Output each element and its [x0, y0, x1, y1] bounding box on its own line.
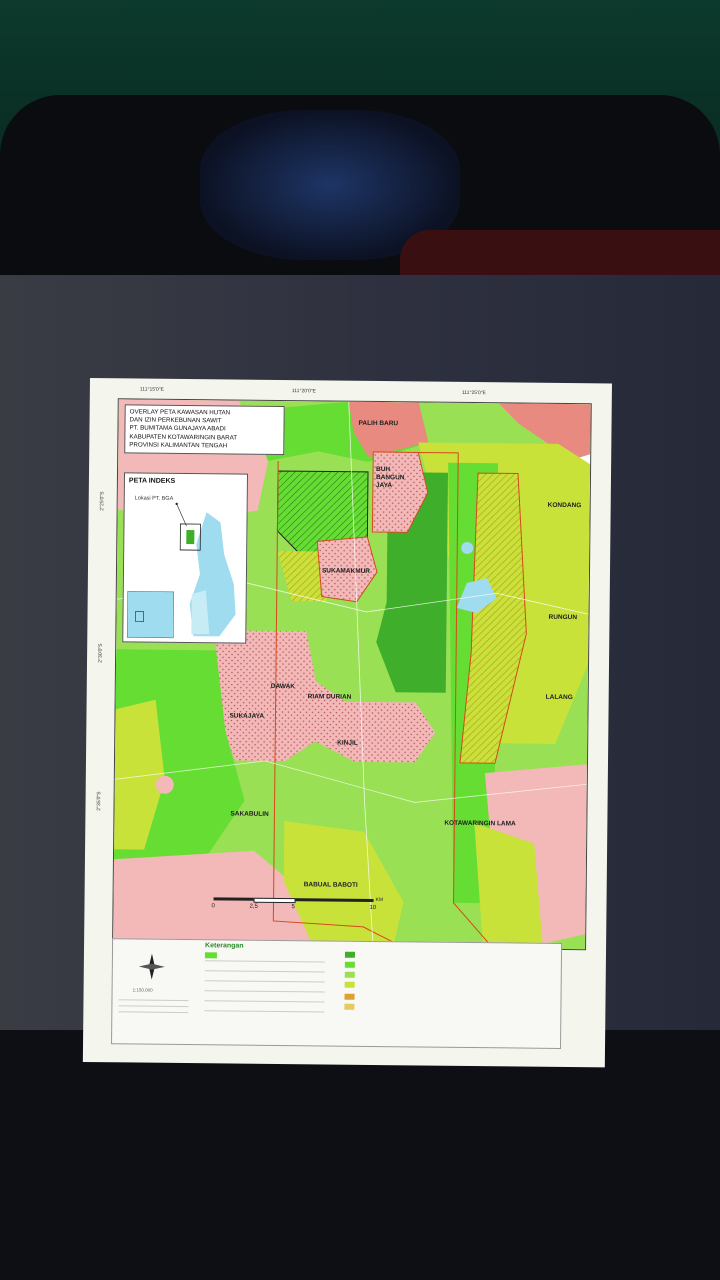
legend-box: 1:150.000 Keterangan — [111, 938, 563, 1049]
place-sukajaya: SUKAJAYA — [229, 712, 265, 720]
legend-swatch-4 — [344, 971, 355, 978]
legend-title: Keterangan — [205, 942, 244, 950]
legend-swatch-5 — [344, 981, 355, 988]
coord-top-1: 111°15'0"E — [139, 386, 164, 393]
place-sukamakmur: SUKAMAKMUR — [321, 567, 371, 575]
place-lalang: LALANG — [545, 693, 573, 702]
background-red-cloth — [400, 230, 720, 280]
place-riam-durian: RIAM DURIAN — [307, 693, 352, 701]
monitor-bezel — [0, 1030, 720, 1280]
coord-top-2: 111°20'0"E — [291, 388, 316, 395]
place-kotawaringin-lama: KOTAWARINGIN LAMA — [444, 819, 516, 828]
map-title-line-5: PROVINSI KALIMANTAN TENGAH — [129, 441, 228, 450]
place-sakabulin: SAKABULIN — [230, 810, 269, 818]
scale-tick-5: 5 — [291, 904, 295, 911]
scale-tick-10: 10 — [369, 904, 377, 912]
place-babual-baboti: BABUAL BABOTI — [303, 881, 358, 889]
place-kinjil: KINJIL — [337, 739, 358, 747]
legend-swatch-3 — [344, 961, 355, 968]
north-arrow-icon — [138, 953, 165, 980]
legend-swatch-2 — [344, 951, 356, 958]
scale-tick-2-5: 2,5 — [249, 903, 258, 910]
scale-unit: KM — [375, 897, 384, 904]
place-palih-baru: PALIH BARU — [358, 419, 399, 428]
place-kondang: KONDANG — [547, 501, 582, 510]
legend-swatch-1 — [204, 952, 217, 959]
index-map-inset — [127, 502, 236, 639]
legend-swatch-7 — [344, 1003, 355, 1010]
coord-left-2: 2°30'0"S — [97, 643, 104, 663]
place-bangun-jaya: BUH BANGUN JAYA — [375, 466, 405, 490]
index-map-box: PETA INDEKS Lokasi PT. BGA — [122, 472, 249, 644]
coord-left-1: 2°25'0"S — [99, 491, 106, 511]
place-dawak: DAWAK — [270, 682, 296, 691]
map-title-box: OVERLAY PETA KAWASAN HUTAN DAN IZIN PERK… — [124, 404, 285, 456]
legend-swatch-6 — [344, 993, 355, 1000]
scale-tick-0: 0 — [211, 903, 215, 910]
coord-top-3: 111°25'0"E — [461, 389, 486, 397]
map-frame: PALIH BARU BUH BANGUN JAYA SUKAMAKMUR KO… — [112, 398, 592, 951]
scale-ratio: 1:150.000 — [132, 987, 153, 993]
place-rungun: RUNGUN — [548, 613, 578, 622]
coord-left-3: 2°35'0"S — [96, 791, 103, 811]
map-document: 111°15'0"E 111°20'0"E 111°25'0"E 2°25'0"… — [82, 378, 612, 1068]
